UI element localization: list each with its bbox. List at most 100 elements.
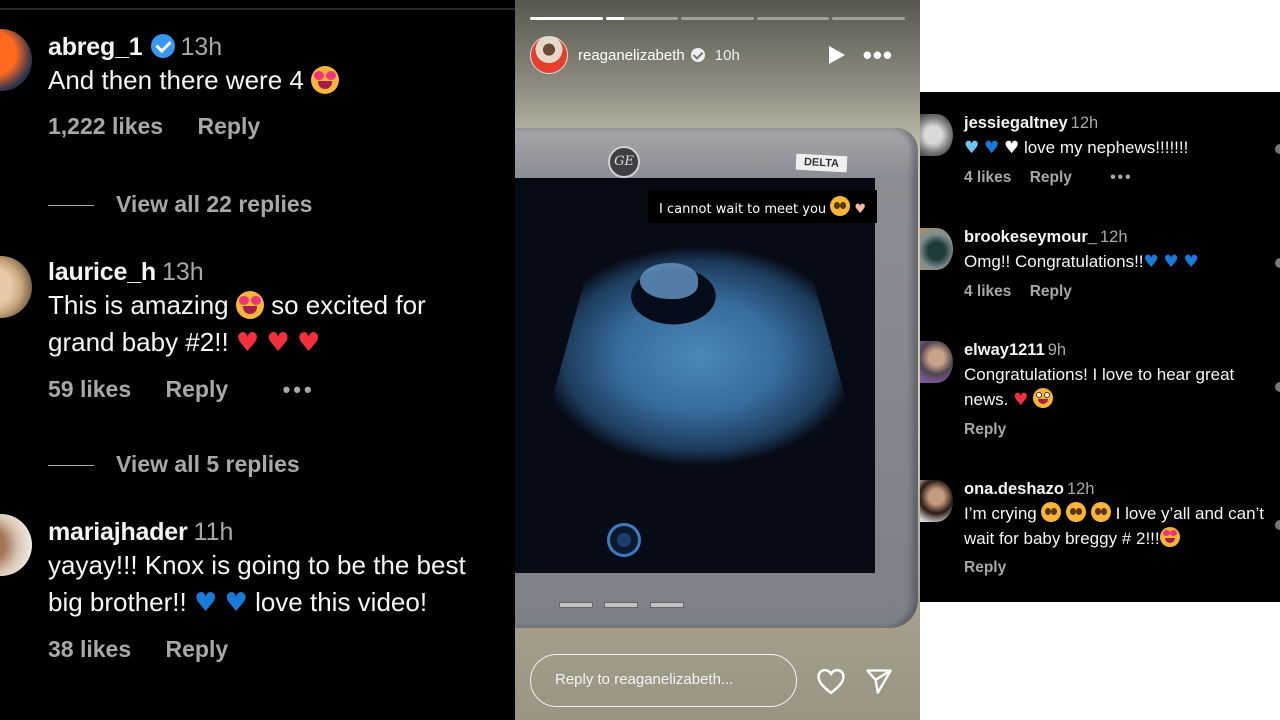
divider <box>48 205 94 207</box>
story-caption-text: I cannot wait to meet you <box>659 202 827 217</box>
ge-logo: GE <box>608 146 640 178</box>
story-viewer: reaganelizabeth 10h ••• GE DELTA I canno… <box>515 0 920 720</box>
blue-heart-icon: ♥ <box>1163 252 1179 272</box>
right-comments-panel: jessiegaltney 12h ♥ ♥ ♥ love my nephews!!… <box>920 92 1280 602</box>
monitor-key <box>604 602 638 608</box>
comment-time: 13h <box>161 258 204 286</box>
blue-heart-icon: ♥ <box>1143 252 1159 272</box>
comment-item: elway1211 9h Congratulations! I love to h… <box>920 341 1274 439</box>
comment-item: mariajhader 11h yayay!!! Knox is going to… <box>0 514 478 663</box>
pleading-face-emoji-icon <box>1090 502 1111 522</box>
comment-meta: 4 likes Reply ••• <box>964 169 1274 187</box>
progress-segment <box>530 17 603 20</box>
comment-time: 11h <box>193 518 234 546</box>
monitor-dial <box>607 523 641 557</box>
comment-username[interactable]: ona.deshazo <box>964 480 1064 498</box>
view-replies-label: View all 22 replies <box>116 191 313 217</box>
reply-button[interactable]: Reply <box>198 113 261 139</box>
monitor-label: DELTA <box>795 153 848 173</box>
avatar[interactable] <box>920 228 953 270</box>
comment-meta: 1,222 likes Reply <box>48 113 488 140</box>
comment-text-part: Congratulations! I love to hear great ne… <box>964 365 1235 409</box>
like-comment-heart-icon[interactable] <box>1275 258 1280 268</box>
avatar[interactable] <box>920 341 953 383</box>
story-avatar[interactable] <box>530 36 568 74</box>
reply-button[interactable]: Reply <box>964 559 1006 576</box>
like-comment-heart-icon[interactable] <box>1275 144 1280 154</box>
comment-username[interactable]: laurice_h <box>48 258 156 286</box>
comment-username[interactable]: abreg_1 <box>48 33 143 61</box>
blue-heart-icon: ♥ <box>983 138 1000 158</box>
monitor-key <box>650 602 684 608</box>
comment-text-part: love my nephews!!!!!!! <box>1019 138 1189 157</box>
story-reply-input[interactable]: Reply to reaganelizabeth... <box>530 654 797 707</box>
comment-text-part: This is amazing <box>48 290 236 320</box>
likes-count[interactable]: 4 likes <box>964 283 1011 300</box>
more-options-icon[interactable]: ••• <box>1110 169 1132 186</box>
comment-username[interactable]: brookeseymour_ <box>964 228 1097 246</box>
like-heart-icon[interactable] <box>816 667 846 695</box>
comment-time: 12h <box>1066 480 1095 498</box>
white-heart-icon: ♥ <box>1003 138 1020 158</box>
comment-text: ♥ ♥ ♥ love my nephews!!!!!!! <box>964 135 1274 161</box>
story-progress-bar <box>530 17 905 20</box>
avatar[interactable] <box>0 256 32 318</box>
blue-heart-icon: ♥ <box>1183 252 1199 272</box>
like-comment-heart-icon[interactable] <box>1275 382 1280 392</box>
comment-username[interactable]: elway1211 <box>964 341 1045 359</box>
ultrasound-scan-image <box>539 213 859 473</box>
comment-meta: 4 likes Reply <box>964 283 1274 301</box>
send-message-icon[interactable] <box>865 667 893 695</box>
comment-meta: Reply <box>964 559 1274 577</box>
reply-button[interactable]: Reply <box>166 636 229 662</box>
progress-segment <box>756 17 830 20</box>
reply-button[interactable]: Reply <box>1030 169 1072 186</box>
comment-item: brookeseymour_ 12h Omg!! Congratulations!… <box>920 228 1274 301</box>
likes-count[interactable]: 4 likes <box>964 169 1011 186</box>
comment-item: abreg_1 13h And then there were 4 1,222 l… <box>0 29 488 140</box>
verified-badge-icon <box>690 48 705 62</box>
reply-button[interactable]: Reply <box>964 421 1006 438</box>
comment-text: And then there were 4 <box>48 62 488 99</box>
blue-heart-icon: ♥ <box>224 588 248 618</box>
story-time: 10h <box>714 46 740 64</box>
comment-item: laurice_h 13h This is amazing so excited … <box>0 256 488 403</box>
avatar[interactable] <box>0 514 32 576</box>
view-replies-button[interactable]: View all 5 replies <box>48 451 300 478</box>
red-heart-icon: ♥ <box>1013 390 1029 410</box>
avatar[interactable] <box>920 480 953 522</box>
reply-button[interactable]: Reply <box>1030 283 1072 300</box>
comment-username[interactable]: mariajhader <box>48 518 188 546</box>
comment-time: 13h <box>180 33 223 61</box>
reply-button[interactable]: Reply <box>166 376 229 402</box>
divider <box>0 8 515 10</box>
comment-text: I’m crying I love y’all and can’t wait f… <box>964 501 1274 551</box>
comment-username[interactable]: jessiegaltney <box>964 114 1068 132</box>
likes-count[interactable]: 1,222 likes <box>48 113 163 139</box>
like-comment-heart-icon[interactable] <box>1275 520 1280 530</box>
likes-count[interactable]: 59 likes <box>48 376 131 402</box>
grinning-face-emoji-icon <box>1033 388 1054 408</box>
more-options-icon[interactable]: ••• <box>863 42 893 68</box>
comment-text: Congratulations! I love to hear great ne… <box>964 362 1274 413</box>
progress-fill <box>605 17 624 20</box>
progress-segment <box>605 17 679 20</box>
story-username[interactable]: reaganelizabeth <box>578 47 685 64</box>
play-icon[interactable] <box>829 46 845 64</box>
avatar[interactable] <box>0 29 32 91</box>
divider <box>48 465 94 467</box>
comment-meta: Reply <box>964 421 1274 439</box>
comment-text: Omg!! Congratulations!!♥ ♥ ♥ <box>964 249 1274 275</box>
view-replies-button[interactable]: View all 22 replies <box>48 191 312 218</box>
red-heart-icon: ♥ <box>297 328 321 358</box>
story-caption: I cannot wait to meet you ♥ <box>648 190 878 223</box>
progress-segment <box>681 17 754 20</box>
red-heart-icon: ♥ <box>266 328 290 358</box>
comment-text-part: Omg!! Congratulations!! <box>964 252 1144 271</box>
more-options-icon[interactable]: ••• <box>283 377 315 402</box>
likes-count[interactable]: 38 likes <box>48 636 131 662</box>
comment-text-part: I’m crying <box>964 504 1042 523</box>
avatar[interactable] <box>920 114 953 156</box>
red-heart-icon: ♥ <box>235 328 260 358</box>
holding-back-tears-emoji-icon <box>830 196 851 216</box>
